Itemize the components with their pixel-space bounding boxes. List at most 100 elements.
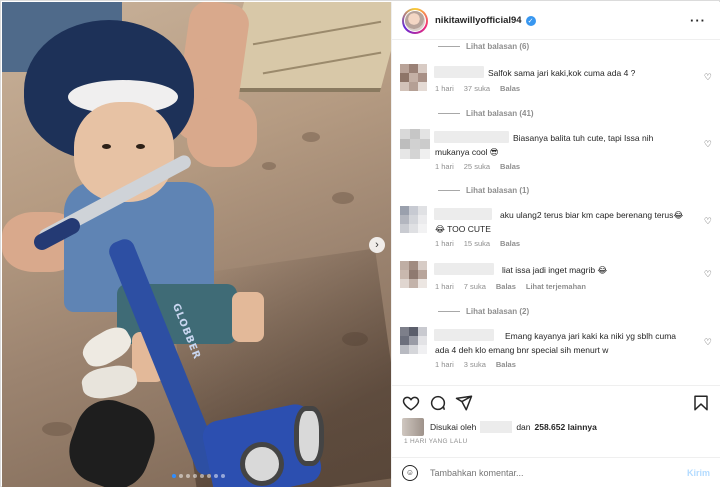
footprint [42,422,72,436]
likes-summary: Disukai oleh dan 258.652 lainnya [402,418,597,436]
carousel-dot[interactable] [207,474,211,478]
commenter-avatar[interactable] [400,129,430,159]
comment-meta: 1 hari 7 suka Balas Lihat terjemahan [435,282,586,291]
comment-time: 1 hari [435,360,454,369]
carousel-next-button[interactable]: › [369,237,385,253]
carousel-dot[interactable] [179,474,183,478]
adult-hand [187,97,257,167]
commenter-avatar[interactable] [400,261,427,288]
send-icon[interactable] [455,394,473,412]
commenter-name-redacted[interactable] [434,66,484,78]
view-replies-link[interactable]: Lihat balasan (6) [438,42,529,51]
more-horizontal-icon[interactable]: ··· [690,13,706,28]
comment-text-line2: ada 4 deh klo emang bnr special sih menu… [435,345,609,355]
reply-button[interactable]: Balas [500,84,520,93]
add-comment-bar: ☺ Kirim [392,457,720,487]
liker-name-redacted[interactable] [480,421,513,433]
child-leg [232,292,264,342]
post-photo[interactable]: GLOBBER › [2,2,391,487]
see-translation-link[interactable]: Lihat terjemahan [526,282,586,291]
comment-likes[interactable]: 7 suka [464,282,486,291]
avatar[interactable] [404,9,426,32]
comment-likes[interactable]: 37 suka [464,84,490,93]
view-replies-label[interactable]: Lihat balasan (6) [466,42,529,51]
instagram-post-window: GLOBBER › nikitawillyofficial94 ✓ ··· Li… [0,0,720,487]
scooter-wheel [294,406,324,466]
post-header: nikitawillyofficial94 ✓ ··· [392,2,720,40]
carousel-dot[interactable] [200,474,204,478]
scooter-wheel [240,442,284,486]
comment-text: Emang kayanya jari kaki ka niki yg sblh … [505,331,677,341]
post-side-panel: nikitawillyofficial94 ✓ ··· Lihat balasa… [391,2,720,487]
comment-likes[interactable]: 3 suka [464,360,486,369]
liker-avatar[interactable] [402,418,424,436]
comment-time: 1 hari [435,162,454,171]
heart-icon[interactable] [402,394,420,412]
chevron-right-icon: › [375,238,379,251]
comment-likes[interactable]: 15 suka [464,239,490,248]
view-replies-link[interactable]: Lihat balasan (41) [438,109,534,118]
view-replies-label[interactable]: Lihat balasan (1) [466,186,529,195]
carousel-dot[interactable] [221,474,225,478]
comment-text: aku ulang2 terus biar km cape berenang t… [500,210,684,220]
verified-badge-icon: ✓ [525,15,536,26]
heart-icon[interactable]: ♡ [704,337,712,348]
view-replies-link[interactable]: Lihat balasan (1) [438,186,529,195]
commenter-name-redacted[interactable] [434,329,494,341]
black-slipper [59,390,165,487]
comment-meta: 1 hari 15 suka Balas [435,239,520,248]
carousel-dot[interactable] [186,474,190,478]
view-replies-label[interactable]: Lihat balasan (41) [466,109,534,118]
comment-time: 1 hari [435,282,454,291]
comment-text: Biasanya balita tuh cute, tapi Issa nih [513,133,654,143]
comment-text: liat issa jadi inget magrib 😂 [502,265,608,275]
comment-likes[interactable]: 25 suka [464,162,490,171]
comment-icon[interactable] [429,394,447,412]
comment-input[interactable] [430,467,660,478]
reply-button[interactable]: Balas [496,282,516,291]
footprint [302,132,320,142]
commenter-name-redacted[interactable] [434,208,492,220]
bookmark-icon[interactable] [692,394,710,412]
comment-time: 1 hari [435,84,454,93]
comment-time: 1 hari [435,239,454,248]
post-username[interactable]: nikitawillyofficial94 [435,15,522,26]
eye [136,144,145,149]
carousel-dot[interactable] [214,474,218,478]
heart-icon[interactable]: ♡ [704,72,712,83]
carousel-dots [172,474,225,478]
sandal [79,362,140,402]
commenter-name-redacted[interactable] [434,131,509,143]
comment-meta: 1 hari 3 suka Balas [435,360,516,369]
reply-button[interactable]: Balas [496,360,516,369]
comment-text: Salfok sama jari kaki,kok cuma ada 4 ? [488,68,636,78]
comment-meta: 1 hari 25 suka Balas [435,162,520,171]
view-replies-label[interactable]: Lihat balasan (2) [466,307,529,316]
commenter-avatar[interactable] [400,64,427,91]
comment-text-line2: mukanya cool 😎 [435,147,499,157]
comment-text-line2: 😂 TOO CUTE [435,224,491,234]
carousel-dot[interactable] [193,474,197,478]
comments-list: Lihat balasan (6) Salfok sama jari kaki,… [392,40,720,385]
heart-icon[interactable]: ♡ [704,269,712,280]
reply-button[interactable]: Balas [500,162,520,171]
footprint [332,192,354,204]
eye [102,144,111,149]
likes-count[interactable]: 258.652 lainnya [535,422,597,432]
liked-by-prefix: Disukai oleh [430,422,477,432]
heart-icon[interactable]: ♡ [704,216,712,227]
emoji-icon[interactable]: ☺ [402,464,418,481]
footprint [262,162,276,170]
post-time-ago[interactable]: 1 HARI YANG LALU [404,438,467,445]
reply-button[interactable]: Balas [500,239,520,248]
carousel-dot[interactable] [172,474,176,478]
profile-avatar-ring[interactable] [402,7,428,34]
post-actions: Disukai oleh dan 258.652 lainnya 1 HARI … [392,385,720,457]
liked-by-middle: dan [516,422,531,432]
commenter-avatar[interactable] [400,206,427,233]
heart-icon[interactable]: ♡ [704,139,712,150]
commenter-avatar[interactable] [400,327,427,354]
view-replies-link[interactable]: Lihat balasan (2) [438,307,529,316]
post-comment-button[interactable]: Kirim [687,468,710,478]
commenter-name-redacted[interactable] [434,263,494,275]
